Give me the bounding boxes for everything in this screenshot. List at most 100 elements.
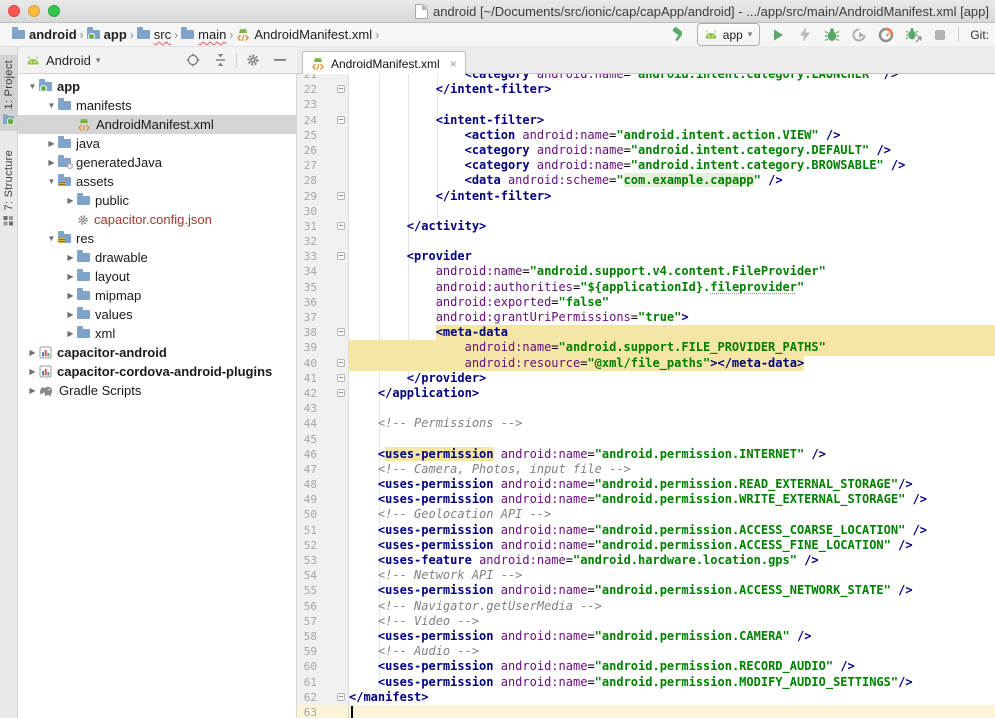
code-editor[interactable]: 2122232425262728293031323334353637383940…	[297, 74, 995, 718]
tree-row-capacitor.config.json[interactable]: capacitor.config.json	[18, 210, 296, 229]
tree-row-assets[interactable]: ▼assets	[18, 172, 296, 191]
run-button[interactable]	[769, 26, 787, 44]
locate-file-button[interactable]	[184, 51, 202, 69]
tree-row-manifests[interactable]: ▼manifests	[18, 96, 296, 115]
code-line-38[interactable]: <meta-data	[349, 325, 995, 340]
panel-settings-button[interactable]	[244, 51, 262, 69]
tree-expand-arrow-icon[interactable]: ▼	[45, 177, 58, 186]
code-line-21[interactable]: <category android:name="android.intent.c…	[349, 74, 995, 82]
breadcrumb-item-app[interactable]: app	[87, 27, 127, 42]
collapse-all-button[interactable]	[211, 51, 229, 69]
code-line-43[interactable]	[349, 401, 995, 416]
tree-expand-arrow-icon[interactable]: ▶	[26, 367, 39, 376]
code-line-33[interactable]: <provider	[349, 249, 995, 264]
code-line-58[interactable]: <uses-permission android:name="android.p…	[349, 629, 995, 644]
fold-marker-icon[interactable]	[337, 374, 345, 382]
tree-row-drawable[interactable]: ▶drawable	[18, 248, 296, 267]
fold-marker-icon[interactable]	[337, 85, 345, 93]
tree-expand-arrow-icon[interactable]: ▼	[45, 234, 58, 243]
tree-expand-arrow-icon[interactable]: ▶	[64, 196, 77, 205]
code-line-46[interactable]: <uses-permission android:name="android.p…	[349, 447, 995, 462]
code-line-32[interactable]	[349, 234, 995, 249]
tree-expand-arrow-icon[interactable]: ▼	[26, 82, 39, 91]
code-line-22[interactable]: </intent-filter>	[349, 82, 995, 97]
code-line-48[interactable]: <uses-permission android:name="android.p…	[349, 477, 995, 492]
tree-row-app[interactable]: ▼app	[18, 77, 296, 96]
code-line-45[interactable]	[349, 432, 995, 447]
breadcrumb-item-android[interactable]: android	[12, 27, 77, 42]
code-line-44[interactable]: <!-- Permissions -->	[349, 416, 995, 431]
code-line-49[interactable]: <uses-permission android:name="android.p…	[349, 492, 995, 507]
code-line-35[interactable]: android:authorities="${applicationId}.fi…	[349, 280, 995, 295]
breadcrumb-item-AndroidManifest.xml[interactable]: AndroidManifest.xml	[236, 27, 372, 42]
code-line-56[interactable]: <!-- Navigator.getUserMedia -->	[349, 599, 995, 614]
code-line-53[interactable]: <uses-feature android:name="android.hard…	[349, 553, 995, 568]
tree-row-generatedJava[interactable]: ▶generatedJava	[18, 153, 296, 172]
tree-row-res[interactable]: ▼res	[18, 229, 296, 248]
close-tab-icon[interactable]: ×	[450, 57, 457, 71]
tree-row-public[interactable]: ▶public	[18, 191, 296, 210]
code-line-59[interactable]: <!-- Audio -->	[349, 644, 995, 659]
fold-marker-icon[interactable]	[337, 693, 345, 701]
code-line-25[interactable]: <action android:name="android.intent.act…	[349, 128, 995, 143]
editor-gutter[interactable]: 2122232425262728293031323334353637383940…	[297, 74, 349, 718]
code-line-55[interactable]: <uses-permission android:name="android.p…	[349, 583, 995, 598]
run-configuration-select[interactable]: app ▾	[697, 23, 761, 46]
tree-expand-arrow-icon[interactable]: ▶	[45, 139, 58, 148]
apply-changes-button[interactable]	[796, 26, 814, 44]
tree-row-java[interactable]: ▶java	[18, 134, 296, 153]
tree-row-capacitor-cordova-android-plugins[interactable]: ▶ capacitor-cordova-android-plugins	[18, 362, 296, 381]
code-line-47[interactable]: <!-- Camera, Photos, input file -->	[349, 462, 995, 477]
code-line-60[interactable]: <uses-permission android:name="android.p…	[349, 659, 995, 674]
code-line-61[interactable]: <uses-permission android:name="android.p…	[349, 675, 995, 690]
tree-row-capacitor-android[interactable]: ▶ capacitor-android	[18, 343, 296, 362]
android-profiler-button[interactable]	[877, 26, 895, 44]
tree-row-AndroidManifest.xml[interactable]: AndroidManifest.xml	[18, 115, 296, 134]
code-line-23[interactable]	[349, 97, 995, 112]
code-line-34[interactable]: android:name="android.support.v4.content…	[349, 264, 995, 279]
tree-expand-arrow-icon[interactable]: ▼	[45, 101, 58, 110]
code-line-24[interactable]: <intent-filter>	[349, 113, 995, 128]
maximize-window-button[interactable]	[48, 5, 60, 17]
tree-expand-arrow-icon[interactable]: ▶	[64, 329, 77, 338]
code-line-41[interactable]: </provider>	[349, 371, 995, 386]
code-line-31[interactable]: </activity>	[349, 219, 995, 234]
debug-button[interactable]	[823, 26, 841, 44]
breadcrumb-item-src[interactable]: src	[137, 27, 171, 42]
profile-button[interactable]	[850, 26, 868, 44]
fold-marker-icon[interactable]	[337, 116, 345, 124]
code-line-30[interactable]	[349, 204, 995, 219]
code-line-50[interactable]: <!-- Geolocation API -->	[349, 507, 995, 522]
fold-marker-icon[interactable]	[337, 328, 345, 336]
code-line-54[interactable]: <!-- Network API -->	[349, 568, 995, 583]
code-line-57[interactable]: <!-- Video -->	[349, 614, 995, 629]
breadcrumb-item-main[interactable]: main	[181, 27, 226, 42]
code-line-39[interactable]: android:name="android.support.FILE_PROVI…	[349, 340, 995, 355]
close-window-button[interactable]	[8, 5, 20, 17]
tree-row-values[interactable]: ▶values	[18, 305, 296, 324]
tree-expand-arrow-icon[interactable]: ▶	[45, 158, 58, 167]
tree-expand-arrow-icon[interactable]: ▶	[64, 291, 77, 300]
tree-row-Gradle Scripts[interactable]: ▶ Gradle Scripts	[18, 381, 296, 400]
code-line-42[interactable]: </application>	[349, 386, 995, 401]
hide-panel-button[interactable]	[271, 51, 289, 69]
tree-row-xml[interactable]: ▶xml	[18, 324, 296, 343]
code-line-52[interactable]: <uses-permission android:name="android.p…	[349, 538, 995, 553]
project-view-selector[interactable]: Android	[46, 53, 91, 68]
tree-expand-arrow-icon[interactable]: ▶	[64, 253, 77, 262]
tree-row-mipmap[interactable]: ▶mipmap	[18, 286, 296, 305]
tool-strip-tab-project[interactable]: 1: Project	[0, 55, 17, 131]
tree-expand-arrow-icon[interactable]: ▶	[64, 272, 77, 281]
code-line-28[interactable]: <data android:scheme="com.example.capapp…	[349, 173, 995, 188]
editor-tab-androidmanifest[interactable]: AndroidManifest.xml ×	[302, 51, 466, 75]
code-line-62[interactable]: </manifest>	[349, 690, 995, 705]
tree-expand-arrow-icon[interactable]: ▶	[26, 386, 39, 395]
tree-expand-arrow-icon[interactable]: ▶	[26, 348, 39, 357]
fold-marker-icon[interactable]	[337, 389, 345, 397]
editor-code-area[interactable]: <category android:name="android.intent.c…	[349, 74, 995, 718]
fold-marker-icon[interactable]	[337, 252, 345, 260]
fold-marker-icon[interactable]	[337, 222, 345, 230]
tool-strip-tab-structure[interactable]: 7: Structure	[0, 145, 17, 230]
code-line-63[interactable]	[349, 705, 995, 718]
minimize-window-button[interactable]	[28, 5, 40, 17]
